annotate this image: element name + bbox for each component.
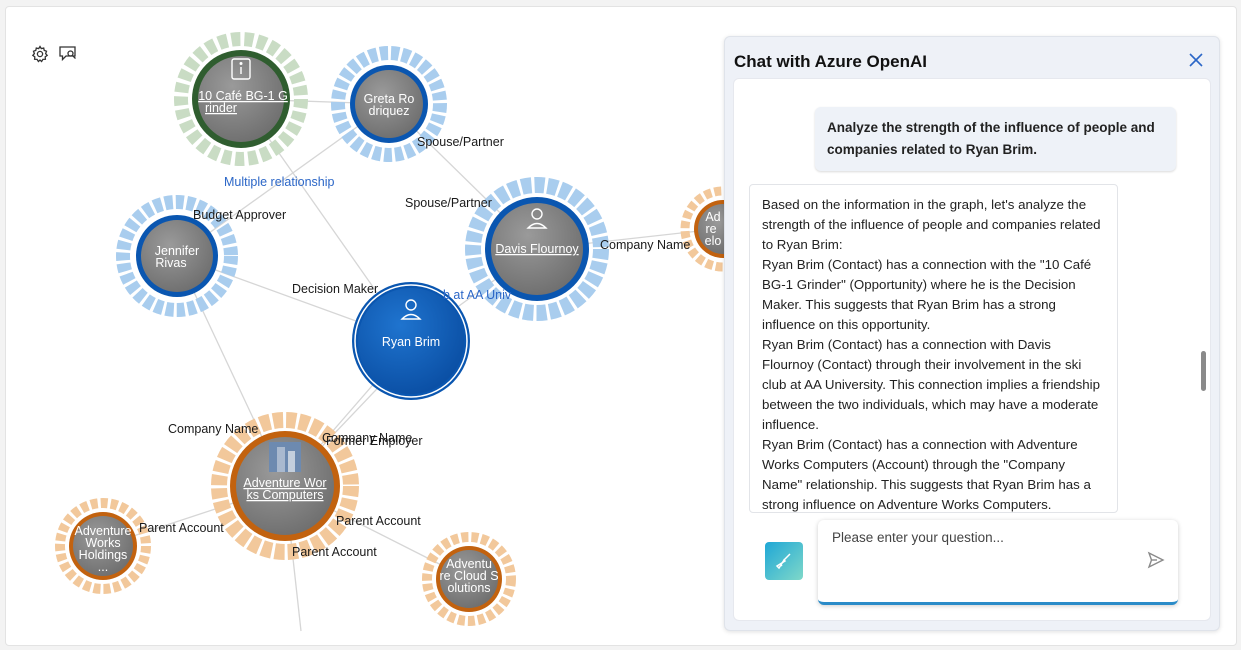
chat-scrollbar[interactable] <box>1199 89 1207 559</box>
edge-label-company-name-3: Company Name <box>322 431 412 445</box>
chat-title: Chat with Azure OpenAI <box>734 52 927 71</box>
chat-messages-area[interactable]: Analyze the strength of the influence of… <box>733 78 1211 621</box>
node-partial-line3: elo <box>705 234 722 248</box>
node-awh-line4: ... <box>98 560 108 574</box>
question-input[interactable] <box>830 528 1126 592</box>
edge-label-multiple[interactable]: Multiple relationship <box>224 175 335 189</box>
node-davis-line1[interactable]: Davis Flournoy <box>495 242 579 256</box>
node-jennifer-line2: Rivas <box>155 256 186 270</box>
edge-label-company-name-1: Company Name <box>600 238 690 252</box>
node-aw-holdings[interactable]: Adventure Works Holdings ... <box>55 498 151 594</box>
gear-icon[interactable] <box>30 44 50 64</box>
node-greta-line2: driquez <box>369 104 410 118</box>
node-aw-cloud[interactable]: Adventu re Cloud S olutions <box>422 532 516 626</box>
edge-label-decision-maker: Decision Maker <box>292 282 378 296</box>
edge-label-spouse-1: Spouse/Partner <box>417 135 504 149</box>
send-icon[interactable] <box>1146 550 1166 570</box>
relationship-graph[interactable]: 10 Café BG-1 G rinder Greta Ro driquez J… <box>6 7 726 645</box>
node-ryan-line1: Ryan Brim <box>382 335 440 349</box>
edge-label-spouse-2: Spouse/Partner <box>405 196 492 210</box>
app-frame: 10 Café BG-1 G rinder Greta Ro driquez J… <box>5 6 1237 646</box>
chat-panel: Chat with Azure OpenAI Analyze the stren… <box>724 36 1220 631</box>
building-image <box>269 442 301 472</box>
assistant-paragraph: Ryan Brim (Contact) has a connection wit… <box>762 257 1092 332</box>
edge-label-parent-account-2: Parent Account <box>336 514 421 528</box>
chat-search-icon[interactable] <box>58 44 78 64</box>
node-awc-line3: olutions <box>447 581 490 595</box>
close-icon[interactable] <box>1187 51 1205 69</box>
question-input-box <box>818 520 1178 605</box>
user-message: Analyze the strength of the influence of… <box>815 107 1176 171</box>
assistant-message: Based on the information in the graph, l… <box>749 184 1118 513</box>
chat-scrollbar-thumb[interactable] <box>1201 351 1206 391</box>
edge-label-club: b at AA Univ <box>443 288 512 302</box>
edge-label-company-name-2: Company Name <box>168 422 258 436</box>
assistant-paragraph: Ryan Brim (Contact) has a connection wit… <box>762 337 1101 432</box>
edge-label-budget-approver: Budget Approver <box>193 208 286 222</box>
clear-chat-button[interactable] <box>765 542 803 580</box>
assistant-paragraph: Ryan Brim (Contact) has a connection wit… <box>762 437 1091 512</box>
node-partial-adventure[interactable]: Ad re elo <box>680 186 726 272</box>
node-aw-line2[interactable]: ks Computers <box>246 488 323 502</box>
assistant-paragraph: Based on the information in the graph, l… <box>762 197 1101 252</box>
node-cafe-grinder[interactable]: 10 Café BG-1 G rinder <box>174 32 308 166</box>
edge-label-parent-account-3: Parent Account <box>292 545 377 559</box>
edge-label-parent-account-1: Parent Account <box>139 521 224 535</box>
broom-icon <box>775 553 791 570</box>
node-cafe-line2[interactable]: rinder <box>205 101 237 115</box>
